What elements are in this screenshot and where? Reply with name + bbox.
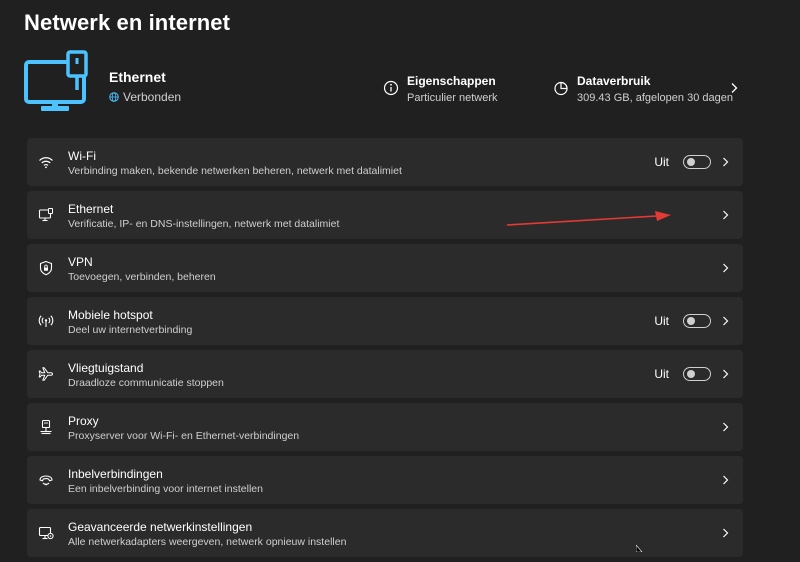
connection-status-header: Ethernet Verbonden Eigenschappen Particu… [24, 50, 754, 126]
chevron-right-icon [723, 528, 729, 538]
toggle-knob [687, 317, 695, 325]
toggle-knob [687, 370, 695, 378]
settings-row-subtitle: Verificatie, IP- en DNS-instellingen, ne… [68, 218, 340, 230]
data-usage-icon [554, 81, 568, 96]
toggle-state-label: Uit [654, 367, 669, 381]
settings-row-subtitle: Deel uw internetverbinding [68, 324, 193, 336]
wifi-toggle[interactable] [683, 155, 711, 169]
settings-row-wifi[interactable]: Wi-Fi Verbinding maken, bekende netwerke… [27, 138, 743, 186]
settings-row-title: Inbelverbindingen [68, 467, 163, 481]
chevron-right-icon [723, 422, 729, 432]
chevron-right-icon[interactable] [730, 82, 738, 94]
settings-row-title: Vliegtuigstand [68, 361, 144, 375]
settings-row-dialup[interactable]: Inbelverbindingen Een inbelverbinding vo… [27, 456, 743, 504]
settings-row-vpn[interactable]: VPN Toevoegen, verbinden, beheren [27, 244, 743, 292]
connection-status-text: Verbonden [123, 90, 182, 104]
settings-row-hotspot[interactable]: Mobiele hotspot Deel uw internetverbindi… [27, 297, 743, 345]
settings-row-subtitle: Alle netwerkadapters weergeven, netwerk … [68, 536, 347, 548]
settings-row-subtitle: Verbinding maken, bekende netwerken behe… [68, 165, 402, 177]
data-usage-title: Dataverbruik [577, 74, 651, 88]
ethernet-monitor-icon [24, 50, 88, 111]
ethernet-icon [38, 208, 53, 222]
properties-subtitle: Particulier netwerk [407, 92, 498, 104]
settings-row-title: VPN [68, 255, 93, 269]
annotation-arrow [506, 211, 671, 226]
chevron-right-icon [723, 369, 729, 379]
network-settings-icon [38, 526, 54, 540]
globe-icon [109, 92, 119, 102]
info-icon [383, 80, 399, 96]
airplane-icon [38, 367, 53, 381]
settings-row-title: Wi-Fi [68, 149, 96, 163]
settings-row-subtitle: Proxyserver voor Wi-Fi- en Ethernet-verb… [68, 430, 300, 442]
settings-list: Wi-Fi Verbinding maken, bekende netwerke… [27, 138, 743, 562]
data-usage-link[interactable]: Dataverbruik 309.43 GB, afgelopen 30 dag… [553, 74, 733, 106]
settings-row-proxy[interactable]: Proxy Proxyserver voor Wi-Fi- en Etherne… [27, 403, 743, 451]
chevron-right-icon [723, 263, 729, 273]
chevron-right-icon [723, 475, 729, 485]
settings-row-title: Ethernet [68, 202, 114, 216]
settings-row-subtitle: Een inbelverbinding voor internet instel… [68, 483, 263, 495]
toggle-state-label: Uit [654, 314, 669, 328]
shield-icon [39, 260, 53, 276]
toggle-state-label: Uit [654, 155, 669, 169]
connection-status: Verbonden [109, 90, 181, 104]
proxy-icon [40, 419, 52, 435]
airplane-toggle[interactable] [683, 367, 711, 381]
properties-title: Eigenschappen [407, 74, 496, 88]
hotspot-toggle[interactable] [683, 314, 711, 328]
connection-name: Ethernet [109, 69, 166, 85]
settings-row-subtitle: Toevoegen, verbinden, beheren [68, 271, 216, 283]
page-title: Netwerk en internet [24, 10, 231, 35]
dialup-icon [39, 475, 53, 486]
settings-row-title: Proxy [68, 414, 99, 428]
properties-link[interactable]: Eigenschappen Particulier netwerk [383, 74, 497, 106]
data-usage-subtitle: 309.43 GB, afgelopen 30 dagen [577, 92, 733, 104]
wifi-icon [39, 157, 53, 169]
settings-row-airplane[interactable]: Vliegtuigstand Draadloze communicatie st… [27, 350, 743, 398]
chevron-right-icon [723, 316, 729, 326]
settings-row-subtitle: Draadloze communicatie stoppen [68, 377, 224, 389]
chevron-right-icon [723, 210, 729, 220]
hotspot-icon [38, 315, 54, 327]
mouse-cursor-icon [636, 545, 643, 552]
settings-row-title: Geavanceerde netwerkinstellingen [68, 520, 253, 534]
chevron-right-icon [723, 157, 729, 167]
settings-row-title: Mobiele hotspot [68, 308, 153, 322]
toggle-knob [687, 158, 695, 166]
